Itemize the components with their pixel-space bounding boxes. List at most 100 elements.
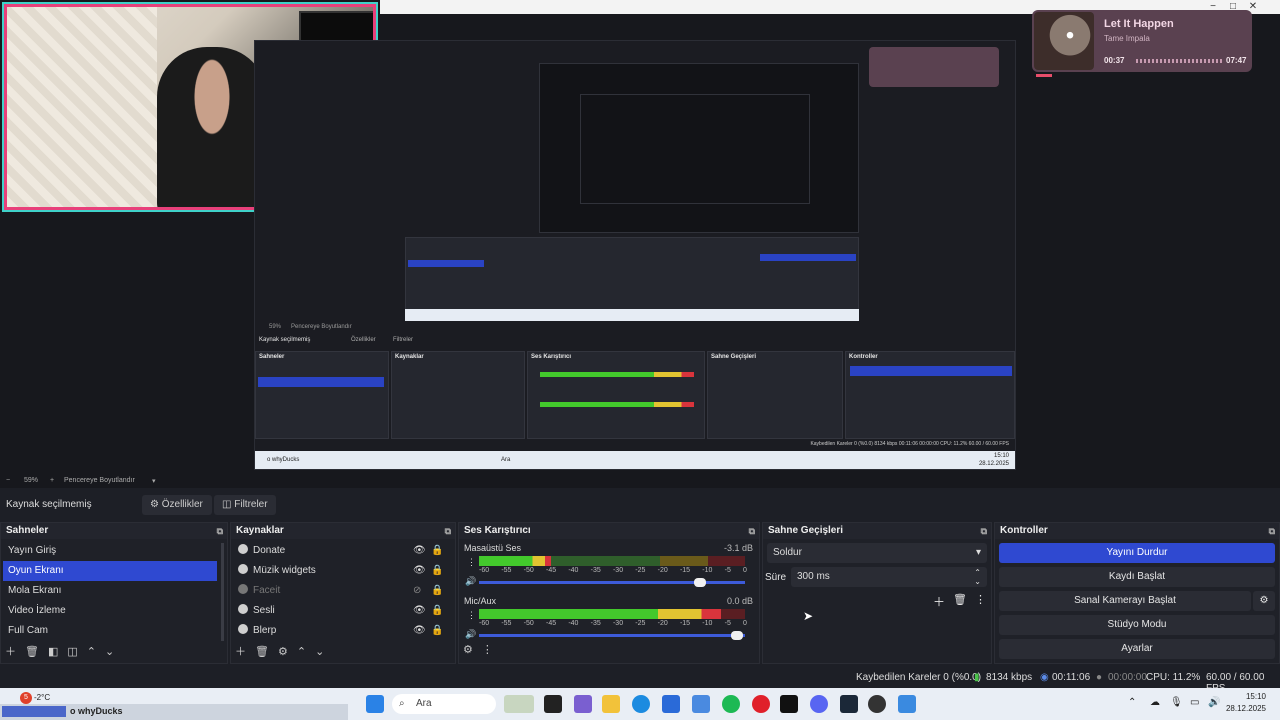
scene-item[interactable]: Mola Ekranı — [3, 581, 217, 601]
zoom-dropdown-icon[interactable]: ▾ — [152, 477, 156, 485]
eye-icon[interactable]: 👁 — [413, 621, 426, 641]
move-down-icon[interactable]: ⌄ — [105, 646, 114, 658]
filters-button[interactable]: ◫ Filtreler — [214, 495, 276, 515]
lock-icon[interactable]: 🔒 — [431, 541, 443, 561]
scene-properties-icon[interactable]: ◫ — [67, 646, 77, 658]
obs-icon[interactable] — [868, 695, 886, 713]
remove-transition-icon[interactable]: 🗑 — [953, 593, 967, 606]
remove-source-icon[interactable]: 🗑 — [255, 646, 269, 658]
dock-float-icon[interactable]: ⧉ — [981, 523, 987, 539]
source-item[interactable]: Sesli 👁 🔒 — [233, 601, 451, 621]
source-item[interactable]: Donate 👁 🔒 — [233, 541, 451, 561]
properties-button[interactable]: ⚙ Özellikler — [142, 495, 212, 515]
lock-icon[interactable]: 🔒 — [431, 561, 443, 581]
steam-icon[interactable] — [840, 695, 858, 713]
start-virtual-camera-button[interactable]: Sanal Kamerayı Başlat — [999, 591, 1251, 611]
add-source-icon[interactable]: ＋ — [235, 646, 246, 658]
taskbar-search[interactable]: ⌕ Ara — [392, 694, 496, 714]
lock-icon[interactable]: 🔒 — [431, 621, 443, 641]
add-transition-icon[interactable]: ＋ — [933, 593, 945, 610]
mixer-menu-icon[interactable]: ⋮ — [482, 644, 493, 656]
eye-icon[interactable]: 👁 — [413, 561, 426, 581]
meter-tick: -55 — [501, 567, 512, 574]
opera-icon[interactable] — [752, 695, 770, 713]
advanced-audio-icon[interactable]: ⚙ — [463, 644, 473, 656]
move-up-icon[interactable]: ⌃ — [297, 646, 306, 658]
nested-stats: Kaybedilen Kareler 0 (%0.0) 8134 kbps 00… — [810, 441, 1009, 447]
file-explorer-icon[interactable] — [602, 695, 620, 713]
tray-app-icon[interactable]: ☁ — [1150, 697, 1160, 708]
fit-to-window-button[interactable]: Pencereye Boyutlandır — [64, 477, 135, 484]
terminal-icon[interactable] — [780, 695, 798, 713]
source-settings-icon[interactable]: ⚙ — [278, 646, 288, 658]
dock-float-icon[interactable]: ⧉ — [445, 523, 451, 539]
scenes-scrollbar[interactable] — [221, 543, 224, 641]
meter-ticks: -60 -55 -50 -45 -40 -35 -30 -25 -20 -15 -10 -5 0 — [479, 620, 747, 627]
stop-streaming-button[interactable]: Yayını Durdur — [999, 543, 1275, 563]
volume-meter-level — [479, 556, 551, 566]
channel-menu-icon[interactable]: ⋮ — [467, 557, 476, 568]
source-item[interactable]: Müzik widgets 👁 🔒 — [233, 561, 451, 581]
windows-start-icon[interactable] — [366, 695, 384, 713]
move-up-icon[interactable]: ⌃ — [87, 646, 96, 658]
app-icon[interactable] — [898, 695, 916, 713]
network-icon[interactable]: ▭ — [1190, 697, 1199, 708]
tray-chevron-icon[interactable]: ⌃ — [1128, 697, 1136, 708]
lock-icon[interactable]: 🔒 — [431, 581, 443, 601]
transition-select[interactable]: Soldur ▾ — [767, 543, 987, 563]
channel-db: -3.1 dB — [723, 543, 753, 553]
store-icon[interactable] — [662, 695, 680, 713]
taskbar-clock[interactable]: 15:10 28.12.2025 — [1226, 691, 1266, 715]
eye-icon[interactable]: 👁 — [413, 601, 426, 621]
eye-hidden-icon[interactable]: ⊘ — [413, 581, 421, 601]
chevron-down-icon: ▾ — [975, 547, 981, 558]
fader-handle[interactable] — [693, 578, 706, 587]
dock-float-icon[interactable]: ⧉ — [749, 523, 755, 539]
zoom-out-button[interactable]: − — [6, 477, 10, 484]
fader-handle[interactable] — [731, 631, 744, 640]
edge-icon[interactable] — [632, 695, 650, 713]
nested-transitions-title: Sahne Geçişleri — [711, 354, 757, 360]
preview-canvas[interactable]: − □ ✕ 59% Pencereye Boyutlandır Kaynak s… — [0, 0, 1280, 476]
move-down-icon[interactable]: ⌄ — [315, 646, 324, 658]
start-recording-button[interactable]: Kaydı Başlat — [999, 567, 1275, 587]
settings-button[interactable]: Ayarlar — [999, 639, 1275, 659]
lock-icon[interactable]: 🔒 — [431, 601, 443, 621]
discord-icon[interactable] — [810, 695, 828, 713]
spin-down-icon[interactable]: ⌄ — [974, 572, 981, 592]
stream-time: 00:11:06 — [1052, 672, 1091, 683]
dock-float-icon[interactable]: ⧉ — [217, 523, 223, 539]
scene-filters-icon[interactable]: ◧ — [48, 646, 58, 658]
meter-tick: -50 — [523, 620, 534, 627]
studio-mode-button[interactable]: Stüdyo Modu — [999, 615, 1275, 635]
channel-menu-icon[interactable]: ⋮ — [467, 610, 476, 621]
app-icon[interactable] — [574, 695, 592, 713]
source-item-hidden[interactable]: Faceit ⊘ 🔒 — [233, 581, 451, 601]
zoom-in-button[interactable]: + — [50, 477, 54, 484]
weather-temp[interactable]: -2°C — [34, 693, 50, 702]
duration-spinbox[interactable]: 300 ms ⌃ ⌄ — [791, 567, 987, 587]
virtual-camera-settings-button[interactable]: ⚙ — [1253, 591, 1275, 611]
task-view-icon[interactable] — [544, 695, 562, 713]
spotify-icon[interactable] — [722, 695, 740, 713]
scene-item[interactable]: Yayın Giriş — [3, 541, 217, 561]
widgets-icon[interactable] — [504, 695, 534, 713]
source-item[interactable]: Blerp 👁 🔒 — [233, 621, 451, 641]
dock-float-icon[interactable]: ⧉ — [1269, 523, 1275, 539]
volume-fader[interactable] — [479, 631, 745, 640]
scene-item[interactable]: Video İzleme — [3, 601, 217, 621]
eye-icon[interactable]: 👁 — [413, 541, 426, 561]
volume-icon[interactable]: 🔊 — [1208, 697, 1220, 708]
outlook-icon[interactable] — [692, 695, 710, 713]
remove-scene-icon[interactable]: 🗑 — [25, 646, 39, 658]
microphone-icon[interactable]: 🎙 — [1170, 697, 1183, 708]
add-scene-icon[interactable]: ＋ — [5, 646, 16, 658]
speaker-icon[interactable]: 🔊 — [465, 629, 476, 640]
scene-item-active[interactable]: Oyun Ekranı — [3, 561, 217, 581]
volume-fader[interactable] — [479, 578, 745, 587]
overlay-user-bar: o whyDucks — [0, 704, 348, 720]
filters-label: Filtreler — [234, 499, 268, 510]
speaker-icon[interactable]: 🔊 — [465, 576, 476, 587]
scene-item[interactable]: Full Cam — [3, 621, 217, 641]
transition-menu-icon[interactable]: ⋮ — [975, 593, 986, 606]
